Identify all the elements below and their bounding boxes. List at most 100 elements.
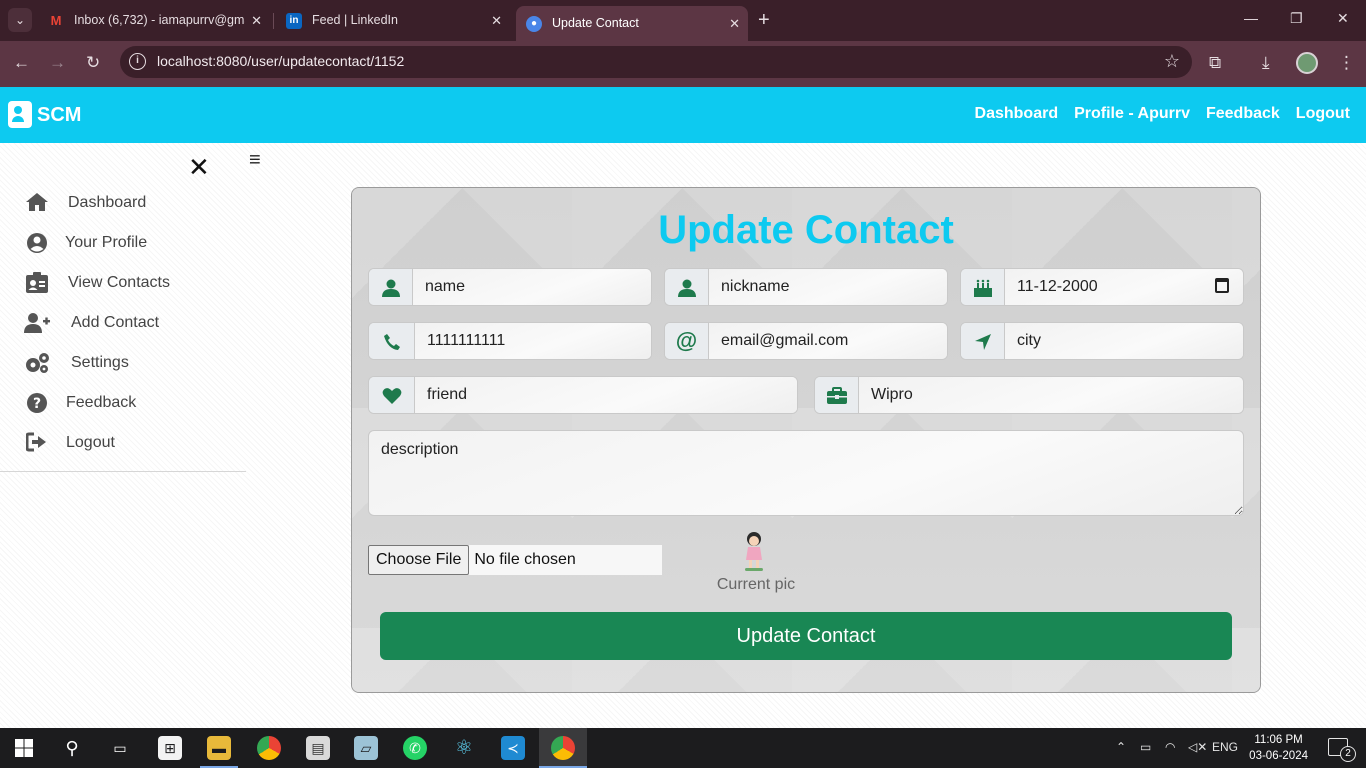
- sidebar-item-your-profile[interactable]: Your Profile: [24, 231, 147, 255]
- sidebar-item-label: Settings: [71, 354, 129, 371]
- tab-search-button[interactable]: ⌄: [8, 8, 32, 32]
- address-card-icon: [8, 101, 32, 128]
- sidebar-item-label: Your Profile: [65, 234, 148, 251]
- nav-link-dashboard[interactable]: Dashboard: [975, 105, 1059, 123]
- file-input[interactable]: Choose File No file chosen: [368, 545, 662, 575]
- city-input[interactable]: [1005, 323, 1243, 359]
- nav-link-profile[interactable]: Profile - Apurrv: [1074, 105, 1190, 123]
- name-field-group: [368, 268, 652, 306]
- whatsapp-icon[interactable]: ✆: [403, 736, 427, 760]
- sidebar-item-feedback[interactable]: ? Feedback: [24, 391, 136, 415]
- reload-icon[interactable]: ↻: [86, 53, 100, 73]
- profile-avatar[interactable]: [1296, 52, 1318, 74]
- restore-icon[interactable]: ❐: [1290, 10, 1303, 27]
- user-plus-icon: [24, 312, 50, 334]
- paint-icon[interactable]: ▤: [306, 736, 330, 760]
- choose-file-button[interactable]: Choose File: [368, 545, 470, 575]
- file-status-text: No file chosen: [474, 551, 576, 568]
- sidebar-item-label: Add Contact: [71, 314, 160, 331]
- user-circle-icon: [24, 232, 50, 254]
- url-text[interactable]: localhost:8080/user/updatecontact/1152: [157, 53, 404, 69]
- app-navbar: SCM Dashboard Profile - Apurrv Feedback …: [0, 87, 1366, 143]
- window-close-icon[interactable]: ✕: [1337, 10, 1349, 27]
- browser-tab-bar: ⌄ M Inbox (6,732) - iamapurrv@gma ✕ in F…: [0, 0, 1366, 41]
- tab-update-contact[interactable]: ● Update Contact ✕: [516, 6, 748, 41]
- chrome-icon[interactable]: [257, 736, 281, 760]
- minimize-icon[interactable]: —: [1244, 10, 1258, 26]
- sidebar-item-logout[interactable]: Logout: [24, 431, 115, 455]
- react-icon[interactable]: ⚛: [452, 736, 476, 760]
- system-clock[interactable]: 11:06 PM 03-06-2024: [1249, 732, 1308, 764]
- windows-taskbar: ⚲ ▭ ⊞ ▬ ▤ ▱ ✆ ⚛ ≺ ⌃ ▭ ◠ ◁✕ ENG 11:06 PM …: [0, 728, 1366, 768]
- chrome-active-icon[interactable]: [551, 736, 575, 760]
- user-icon: [369, 269, 413, 305]
- current-pic-label: Current pic: [716, 576, 796, 593]
- sidebar-item-label: View Contacts: [68, 274, 170, 291]
- clock-time: 11:06 PM: [1254, 734, 1303, 746]
- nav-link-feedback[interactable]: Feedback: [1206, 105, 1280, 123]
- forward-arrow-icon[interactable]: →: [49, 53, 66, 73]
- form-title: Update Contact: [658, 208, 954, 252]
- tab-close-button[interactable]: ✕: [245, 6, 262, 35]
- notes-icon[interactable]: ▱: [354, 736, 378, 760]
- task-view-icon[interactable]: ▭: [108, 736, 132, 760]
- volume-muted-icon[interactable]: ◁✕: [1188, 740, 1207, 754]
- brand-logo[interactable]: SCM: [8, 101, 81, 129]
- name-input[interactable]: [413, 269, 651, 305]
- update-contact-card: Update Contact @: [351, 187, 1261, 693]
- back-arrow-icon[interactable]: ←: [13, 53, 30, 73]
- site-info-icon[interactable]: i: [129, 53, 146, 70]
- file-explorer-icon[interactable]: ▬: [207, 736, 231, 760]
- email-input[interactable]: [709, 323, 947, 359]
- browser-menu-icon[interactable]: ⋮: [1338, 53, 1355, 73]
- current-pic-image: [740, 530, 768, 572]
- description-textarea[interactable]: description: [368, 430, 1244, 516]
- dob-input[interactable]: [1005, 269, 1243, 305]
- home-icon: [24, 192, 50, 214]
- phone-input[interactable]: [415, 323, 651, 359]
- extensions-icon[interactable]: ⧉: [1209, 53, 1221, 73]
- address-bar[interactable]: i localhost:8080/user/updatecontact/1152…: [120, 46, 1192, 78]
- work-input[interactable]: [859, 377, 1243, 413]
- tab-close-button[interactable]: ✕: [729, 9, 740, 38]
- hamburger-menu-icon[interactable]: ≡: [249, 150, 261, 170]
- browser-toolbar: ← → ↻ i localhost:8080/user/updatecontac…: [0, 41, 1366, 87]
- tray-chevron-icon[interactable]: ⌃: [1116, 740, 1126, 754]
- battery-icon[interactable]: ▭: [1140, 740, 1151, 754]
- dob-field-group: [960, 268, 1244, 306]
- download-icon[interactable]: ⤓: [1262, 53, 1270, 73]
- sidebar-item-settings[interactable]: Settings: [24, 351, 129, 375]
- store-icon[interactable]: ⊞: [158, 736, 182, 760]
- sidebar-close-icon[interactable]: ✕: [188, 154, 210, 180]
- linkedin-icon: in: [286, 13, 302, 29]
- briefcase-icon: [815, 377, 859, 413]
- update-contact-button[interactable]: Update Contact: [380, 612, 1232, 660]
- wifi-icon[interactable]: ◠: [1165, 740, 1175, 754]
- nickname-field-group: [664, 268, 948, 306]
- sidebar-item-add-contact[interactable]: Add Contact: [24, 311, 159, 335]
- bookmark-star-icon[interactable]: ☆: [1164, 51, 1180, 72]
- sidebar-item-view-contacts[interactable]: View Contacts: [24, 271, 170, 295]
- search-icon[interactable]: ⚲: [60, 736, 84, 760]
- calendar-icon[interactable]: [1215, 278, 1229, 293]
- sidebar-item-dashboard[interactable]: Dashboard: [24, 191, 146, 215]
- tab-separator: [273, 13, 274, 29]
- sidebar-item-label: Feedback: [66, 394, 137, 411]
- tab-gmail[interactable]: M Inbox (6,732) - iamapurrv@gma ✕: [38, 6, 270, 35]
- sidebar-item-label: Logout: [66, 434, 115, 451]
- relation-input[interactable]: [415, 377, 797, 413]
- vscode-icon[interactable]: ≺: [501, 736, 525, 760]
- gmail-icon: M: [50, 13, 62, 28]
- nav-links: Dashboard Profile - Apurrv Feedback Logo…: [975, 105, 1350, 123]
- language-indicator[interactable]: ENG: [1212, 740, 1238, 754]
- windows-start-icon[interactable]: [12, 736, 36, 760]
- tab-close-button[interactable]: ✕: [491, 6, 502, 35]
- nav-link-logout[interactable]: Logout: [1296, 105, 1350, 123]
- sidebar: ✕ Dashboard Your Profile View Contacts A…: [0, 143, 246, 728]
- contact-icon: ●: [526, 16, 542, 32]
- new-tab-button[interactable]: +: [758, 8, 770, 32]
- email-field-group: @: [664, 322, 948, 360]
- nickname-input[interactable]: [709, 269, 947, 305]
- sidebar-divider: [0, 471, 246, 472]
- tab-linkedin[interactable]: in Feed | LinkedIn ✕: [276, 6, 510, 35]
